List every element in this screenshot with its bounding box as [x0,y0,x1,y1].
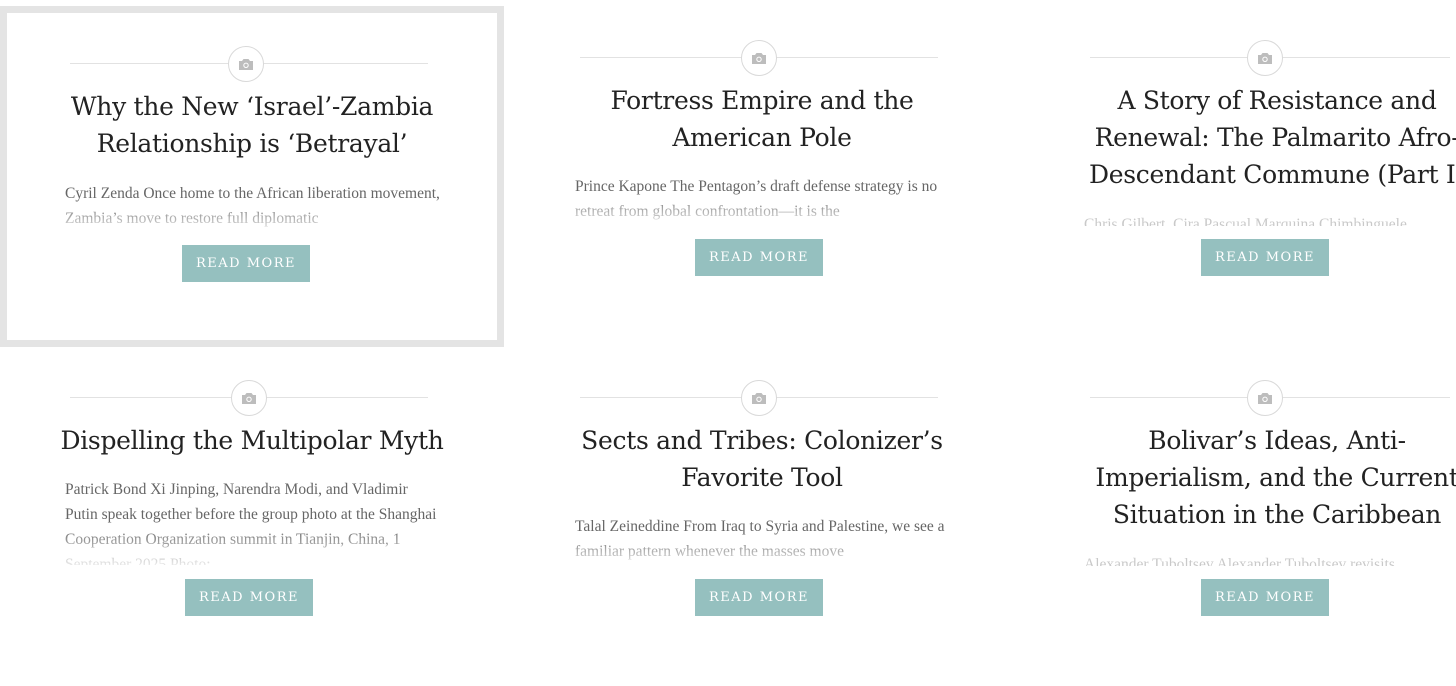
post-excerpt-text: Alexander Tuboltsev Alexander Tuboltsev … [1084,556,1395,566]
camera-icon [741,380,777,416]
post-card[interactable]: Fortress Empire and the American Pole Pr… [510,0,1014,346]
post-card[interactable]: Sects and Tribes: Colonizer’s Favorite T… [510,340,1014,686]
post-excerpt: Cyril Zenda Once home to the African lib… [65,181,444,231]
read-more-button[interactable]: READ MORE [1201,579,1329,616]
post-card[interactable]: Dispelling the Multipolar Myth Patrick B… [0,340,504,686]
post-excerpt: Chris Gilbert, Cira Pascual Marquina Chi… [1084,212,1456,226]
post-excerpt-text: Chris Gilbert, Cira Pascual Marquina Chi… [1084,216,1407,226]
read-more-button[interactable]: READ MORE [182,245,310,282]
post-excerpt: Prince Kapone The Pentagon’s draft defen… [575,174,954,224]
camera-icon [1247,380,1283,416]
read-more-button[interactable]: READ MORE [185,579,313,616]
camera-icon [228,46,264,82]
excerpt-fade [65,525,444,565]
excerpt-fade [575,534,954,564]
post-title[interactable]: Bolivar’s Ideas, Anti-Imperialism, and t… [1078,422,1456,533]
post-title[interactable]: Sects and Tribes: Colonizer’s Favorite T… [550,422,974,496]
excerpt-fade [65,201,444,231]
post-excerpt: Patrick Bond Xi Jinping, Narendra Modi, … [65,477,444,565]
camera-icon [1247,40,1283,76]
post-title[interactable]: A Story of Resistance and Renewal: The P… [1078,82,1456,193]
read-more-button[interactable]: READ MORE [695,579,823,616]
post-excerpt: Alexander Tuboltsev Alexander Tuboltsev … [1084,552,1456,566]
post-card[interactable]: Why the New ‘Israel’-Zambia Relationship… [0,6,504,347]
read-more-button[interactable]: READ MORE [1201,239,1329,276]
post-title[interactable]: Fortress Empire and the American Pole [550,82,974,156]
post-title[interactable]: Dispelling the Multipolar Myth [20,422,484,459]
post-card[interactable]: Bolivar’s Ideas, Anti-Imperialism, and t… [1020,340,1456,686]
post-excerpt: Talal Zeineddine From Iraq to Syria and … [575,514,954,564]
post-card[interactable]: A Story of Resistance and Renewal: The P… [1020,0,1456,346]
camera-icon [741,40,777,76]
read-more-button[interactable]: READ MORE [695,239,823,276]
excerpt-fade [575,194,954,224]
post-title[interactable]: Why the New ‘Israel’-Zambia Relationship… [40,88,464,162]
camera-icon [231,380,267,416]
